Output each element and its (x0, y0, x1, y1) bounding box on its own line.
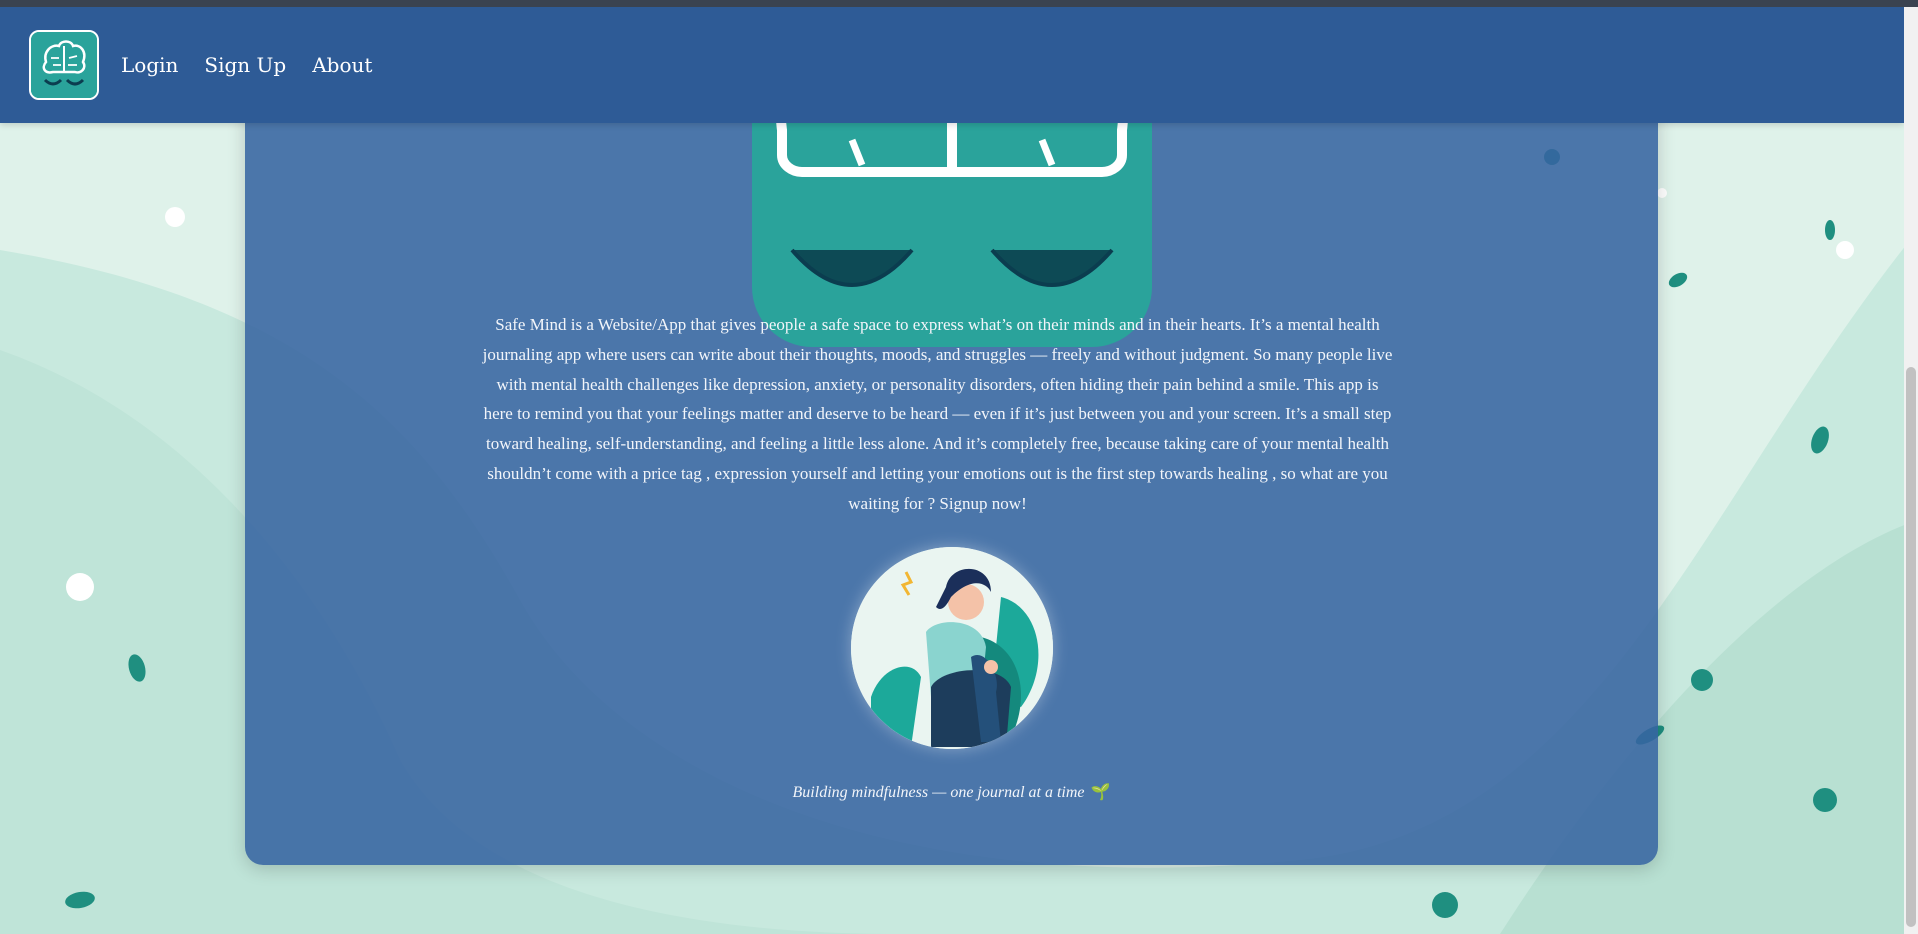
browser-top-strip (0, 0, 1918, 7)
about-card: Safe Mind is a Website/App that gives pe… (245, 0, 1658, 865)
app-description: Safe Mind is a Website/App that gives pe… (482, 315, 1393, 513)
sprout-icon: 🌱 (1090, 784, 1111, 801)
tagline: Building mindfulness — one journal at a … (245, 782, 1658, 802)
page: Login Sign Up About Safe Mind is a Websi… (0, 0, 1918, 934)
scrollbar-thumb[interactable] (1906, 367, 1916, 927)
navbar: Login Sign Up About (0, 7, 1904, 123)
nav-links: Login Sign Up About (121, 53, 398, 77)
brain-logo-icon[interactable] (29, 30, 99, 100)
nav-about-link[interactable]: About (312, 53, 372, 77)
nav-login-link[interactable]: Login (121, 53, 178, 77)
woman-sitting-illustration (851, 547, 1053, 749)
nav-signup-link[interactable]: Sign Up (204, 53, 286, 77)
tagline-text: Building mindfulness — one journal at a … (792, 784, 1085, 801)
page-scrollbar[interactable] (1904, 7, 1918, 934)
